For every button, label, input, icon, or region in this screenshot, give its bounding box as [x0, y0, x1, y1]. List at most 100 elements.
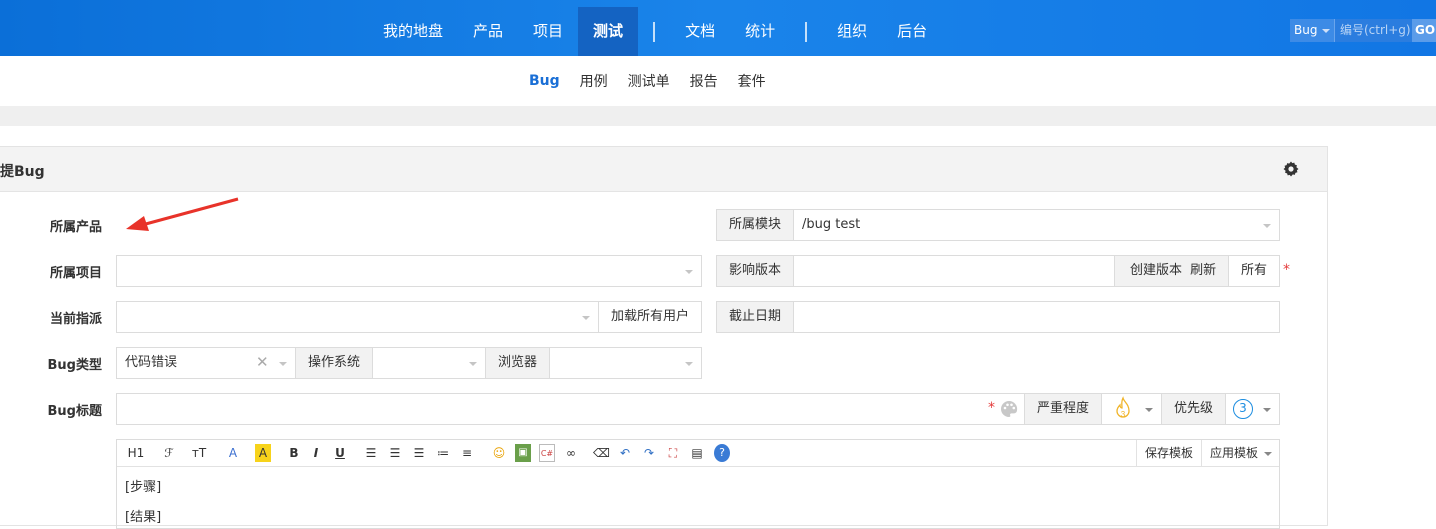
refresh-link[interactable]: 刷新 [1190, 263, 1216, 278]
severity-label: 严重程度 [1024, 393, 1102, 425]
build-select[interactable] [793, 255, 1115, 287]
global-search: Bug 编号(ctrl+g) GO! [1290, 19, 1436, 42]
product-label: 所属产品 [49, 220, 102, 235]
align-center-icon[interactable]: ☰ [387, 444, 403, 462]
align-left-icon[interactable]: ☰ [363, 444, 379, 462]
italic-icon[interactable]: I [309, 444, 323, 462]
nav-item-company[interactable]: 组织 [822, 7, 882, 56]
browser-label: 浏览器 [485, 347, 550, 379]
bug-type-select[interactable]: 代码错误 ✕ [116, 347, 296, 379]
search-go-button[interactable]: GO! [1412, 19, 1436, 42]
nav-item-admin[interactable]: 后台 [882, 7, 942, 56]
sub-nav-items: Bug 用例 测试单 报告 套件 [519, 56, 776, 106]
nav-item-product[interactable]: 产品 [458, 7, 518, 56]
severity-flame-icon: 3 [1116, 396, 1130, 419]
chevron-down-icon [469, 362, 477, 366]
chevron-down-icon [685, 362, 693, 366]
unordered-list-icon[interactable]: ≡ [459, 444, 475, 462]
undo-icon[interactable]: ↶ [617, 444, 633, 462]
emoji-icon[interactable]: ☺ [491, 444, 507, 462]
project-label: 所属项目 [49, 266, 102, 281]
priority-label: 优先级 [1161, 393, 1226, 425]
chevron-down-icon [1145, 408, 1153, 412]
project-select[interactable] [116, 255, 702, 287]
assign-select[interactable] [116, 301, 599, 333]
panel-header: 提Bug [0, 147, 1327, 192]
severity-select[interactable]: 3 [1101, 393, 1162, 425]
main-nav: 我的地盘 产品 项目 测试 文档 统计 组织 后台 [368, 7, 942, 56]
font-size-icon[interactable]: тT [189, 444, 209, 462]
bug-type-value: 代码错误 [125, 355, 178, 370]
create-build-link[interactable]: 创建版本 [1130, 263, 1182, 278]
browser-select[interactable] [549, 347, 702, 379]
sub-nav-report[interactable]: 报告 [680, 71, 728, 91]
module-value: /bug test [802, 217, 861, 232]
bug-type-label: Bug类型 [47, 358, 102, 373]
save-template-button[interactable]: 保存模板 [1136, 440, 1201, 466]
search-type-label: Bug [1294, 23, 1318, 37]
paste-icon[interactable]: ▤ [689, 444, 705, 462]
steps-editor[interactable]: H1 ℱ тT A A B I U ☰ ☰ ☰ ≔ ≡ ☺ ▣ C# ∞ ⌫ ↶… [116, 439, 1280, 529]
sub-nav: Bug 用例 测试单 报告 套件 [0, 56, 1436, 106]
build-label: 影响版本 [716, 255, 794, 287]
deadline-input[interactable] [793, 301, 1280, 333]
chevron-down-icon [279, 362, 287, 366]
fullscreen-icon[interactable]: ⛶ [665, 444, 681, 462]
bold-icon[interactable]: B [287, 444, 301, 462]
build-actions: 创建版本 刷新 [1114, 255, 1229, 287]
highlight-icon[interactable]: A [255, 444, 271, 462]
nav-item-test[interactable]: 测试 [578, 7, 639, 56]
eraser-icon[interactable]: ⌫ [593, 444, 610, 462]
deadline-label: 截止日期 [716, 301, 794, 333]
link-icon[interactable]: ∞ [563, 444, 579, 462]
os-label: 操作系统 [295, 347, 373, 379]
sub-nav-bug[interactable]: Bug [519, 73, 570, 89]
nav-item-report[interactable]: 统计 [730, 7, 790, 56]
ordered-list-icon[interactable]: ≔ [435, 444, 451, 462]
divider-band [0, 106, 1436, 126]
priority-value: 3 [1233, 399, 1253, 419]
nav-item-project[interactable]: 项目 [518, 7, 578, 56]
code-icon[interactable]: C# [539, 444, 555, 462]
search-input[interactable]: 编号(ctrl+g) [1334, 19, 1412, 42]
chevron-down-icon [582, 316, 590, 320]
heading-button[interactable]: H1 [125, 444, 147, 462]
color-palette-icon[interactable] [1000, 400, 1018, 418]
clear-icon[interactable]: ✕ [256, 353, 269, 371]
sub-nav-case[interactable]: 用例 [570, 71, 618, 91]
module-label: 所属模块 [716, 209, 794, 241]
required-mark: * [988, 400, 995, 416]
page-title: 提Bug [0, 164, 45, 180]
chevron-down-icon [1264, 452, 1272, 456]
image-icon[interactable]: ▣ [515, 444, 531, 462]
assign-label: 当前指派 [49, 312, 102, 327]
chevron-down-icon [1263, 224, 1271, 228]
underline-icon[interactable]: U [333, 444, 347, 462]
gear-icon[interactable] [1283, 161, 1299, 177]
help-icon[interactable]: ? [714, 444, 730, 462]
nav-item-dashboard[interactable]: 我的地盘 [368, 7, 458, 56]
os-select[interactable] [372, 347, 486, 379]
annotation-arrow-icon [126, 197, 239, 231]
priority-select[interactable]: 3 [1225, 393, 1280, 425]
bug-title-input[interactable]: * [116, 393, 1025, 425]
nav-item-doc[interactable]: 文档 [670, 7, 730, 56]
load-all-users-label: 加载所有用户 [610, 309, 689, 324]
redo-icon[interactable]: ↷ [641, 444, 657, 462]
font-family-icon[interactable]: ℱ [159, 444, 179, 462]
align-right-icon[interactable]: ☰ [411, 444, 427, 462]
sub-nav-testtask[interactable]: 测试单 [618, 71, 680, 91]
all-builds-label: 所有 [1240, 263, 1267, 278]
chevron-down-icon [1263, 408, 1271, 412]
all-builds-toggle[interactable]: 所有 [1228, 255, 1280, 287]
font-color-icon[interactable]: A [225, 444, 241, 462]
apply-template-label: 应用模板 [1210, 446, 1259, 460]
module-select[interactable]: /bug test [793, 209, 1280, 241]
editor-toolbar: H1 ℱ тT A A B I U ☰ ☰ ☰ ≔ ≡ ☺ ▣ C# ∞ ⌫ ↶… [117, 440, 1279, 467]
chevron-down-icon [1322, 29, 1330, 33]
sub-nav-suite[interactable]: 套件 [728, 71, 776, 91]
search-type-select[interactable]: Bug [1290, 19, 1334, 42]
severity-value: 3 [1121, 410, 1126, 419]
apply-template-button[interactable]: 应用模板 [1201, 440, 1280, 466]
load-all-users-button[interactable]: 加载所有用户 [598, 301, 702, 333]
